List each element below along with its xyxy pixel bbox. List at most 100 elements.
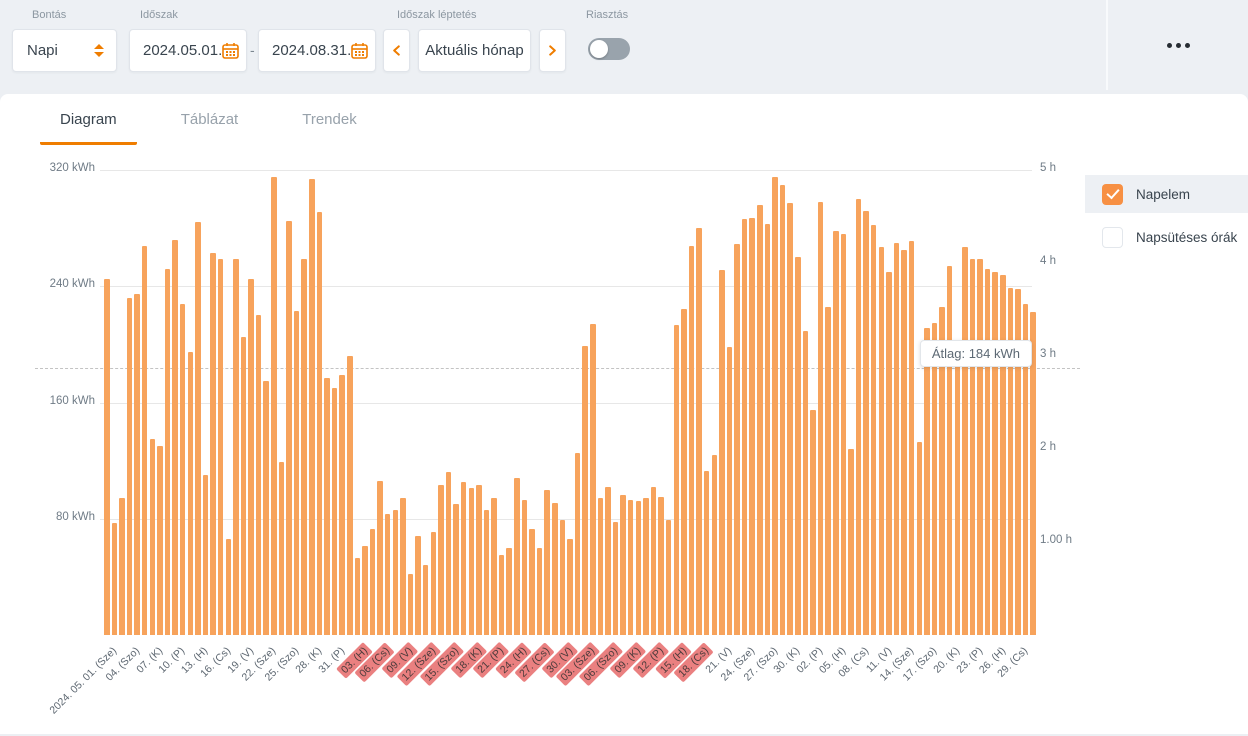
- bar[interactable]: [590, 324, 596, 635]
- bar[interactable]: [294, 311, 300, 635]
- checked-checkbox-icon[interactable]: [1102, 184, 1123, 205]
- legend-item[interactable]: Napsütéses órák: [1085, 218, 1248, 256]
- bar[interactable]: [696, 228, 702, 635]
- bar[interactable]: [689, 246, 695, 635]
- bar[interactable]: [400, 498, 406, 635]
- bar[interactable]: [544, 490, 550, 635]
- bar[interactable]: [491, 498, 497, 635]
- bar[interactable]: [506, 548, 512, 635]
- bar[interactable]: [347, 356, 353, 635]
- bar[interactable]: [841, 234, 847, 635]
- date-to-input[interactable]: 2024.08.31.: [258, 29, 376, 72]
- bar[interactable]: [218, 259, 224, 635]
- bar[interactable]: [879, 247, 885, 635]
- bar[interactable]: [560, 520, 566, 635]
- bar[interactable]: [658, 497, 664, 635]
- alert-toggle[interactable]: [588, 38, 630, 60]
- bar[interactable]: [339, 375, 345, 635]
- bar-series[interactable]: [104, 170, 1036, 635]
- bar[interactable]: [666, 520, 672, 635]
- bar[interactable]: [324, 378, 330, 635]
- bar[interactable]: [727, 347, 733, 635]
- bar[interactable]: [704, 471, 710, 635]
- date-from-input[interactable]: 2024.05.01.: [129, 29, 247, 72]
- bar[interactable]: [1000, 275, 1006, 635]
- bar[interactable]: [355, 558, 361, 635]
- bar[interactable]: [188, 352, 194, 635]
- bar[interactable]: [628, 500, 634, 635]
- bar[interactable]: [924, 328, 930, 635]
- bar[interactable]: [780, 185, 786, 635]
- legend-item[interactable]: Napelem: [1085, 175, 1248, 213]
- bar[interactable]: [408, 574, 414, 635]
- bar[interactable]: [332, 388, 338, 635]
- bar[interactable]: [643, 498, 649, 635]
- bar[interactable]: [453, 504, 459, 635]
- bar[interactable]: [461, 482, 467, 635]
- unchecked-checkbox-icon[interactable]: [1102, 227, 1123, 248]
- bar[interactable]: [431, 532, 437, 635]
- bar[interactable]: [286, 221, 292, 635]
- bar[interactable]: [112, 523, 118, 635]
- bar[interactable]: [165, 269, 171, 635]
- bar[interactable]: [818, 202, 824, 635]
- bar[interactable]: [127, 298, 133, 635]
- bar[interactable]: [871, 225, 877, 635]
- bar[interactable]: [415, 536, 421, 635]
- bar[interactable]: [157, 446, 163, 635]
- bar[interactable]: [992, 272, 998, 635]
- bar[interactable]: [142, 246, 148, 635]
- bar[interactable]: [863, 211, 869, 635]
- bar[interactable]: [522, 500, 528, 635]
- bar[interactable]: [749, 218, 755, 635]
- bar[interactable]: [598, 498, 604, 635]
- bar[interactable]: [370, 529, 376, 635]
- bar[interactable]: [620, 495, 626, 635]
- bar[interactable]: [787, 203, 793, 635]
- bar[interactable]: [210, 253, 216, 635]
- bar[interactable]: [977, 259, 983, 635]
- bar[interactable]: [894, 243, 900, 635]
- bar[interactable]: [248, 279, 254, 635]
- bar[interactable]: [134, 294, 140, 635]
- bar[interactable]: [362, 546, 368, 635]
- bar[interactable]: [226, 539, 232, 635]
- bar[interactable]: [985, 269, 991, 635]
- bar[interactable]: [317, 212, 323, 635]
- current-month-button[interactable]: Aktuális hónap: [418, 29, 531, 72]
- bar[interactable]: [529, 529, 535, 635]
- bar[interactable]: [499, 555, 505, 635]
- bar[interactable]: [803, 331, 809, 635]
- bar[interactable]: [962, 247, 968, 635]
- bar[interactable]: [651, 487, 657, 635]
- bar[interactable]: [757, 205, 763, 635]
- bar[interactable]: [393, 510, 399, 635]
- bar[interactable]: [712, 455, 718, 635]
- bar[interactable]: [423, 565, 429, 635]
- bar[interactable]: [309, 179, 315, 635]
- bar[interactable]: [241, 337, 247, 635]
- bar[interactable]: [484, 510, 490, 635]
- bar[interactable]: [825, 307, 831, 635]
- bar[interactable]: [233, 259, 239, 635]
- bar[interactable]: [719, 270, 725, 635]
- bar[interactable]: [848, 449, 854, 635]
- bar[interactable]: [582, 346, 588, 635]
- bar[interactable]: [734, 244, 740, 635]
- bar[interactable]: [119, 498, 125, 635]
- bar[interactable]: [917, 442, 923, 635]
- bar[interactable]: [301, 259, 307, 635]
- bar[interactable]: [172, 240, 178, 635]
- bar[interactable]: [203, 475, 209, 635]
- bar[interactable]: [856, 199, 862, 635]
- bar[interactable]: [514, 478, 520, 635]
- bar[interactable]: [955, 341, 961, 635]
- bar[interactable]: [765, 224, 771, 635]
- bar[interactable]: [833, 231, 839, 635]
- bar[interactable]: [909, 241, 915, 635]
- bar[interactable]: [438, 485, 444, 635]
- bar[interactable]: [263, 381, 269, 635]
- bar[interactable]: [469, 488, 475, 635]
- bar[interactable]: [195, 222, 201, 635]
- bar[interactable]: [567, 539, 573, 635]
